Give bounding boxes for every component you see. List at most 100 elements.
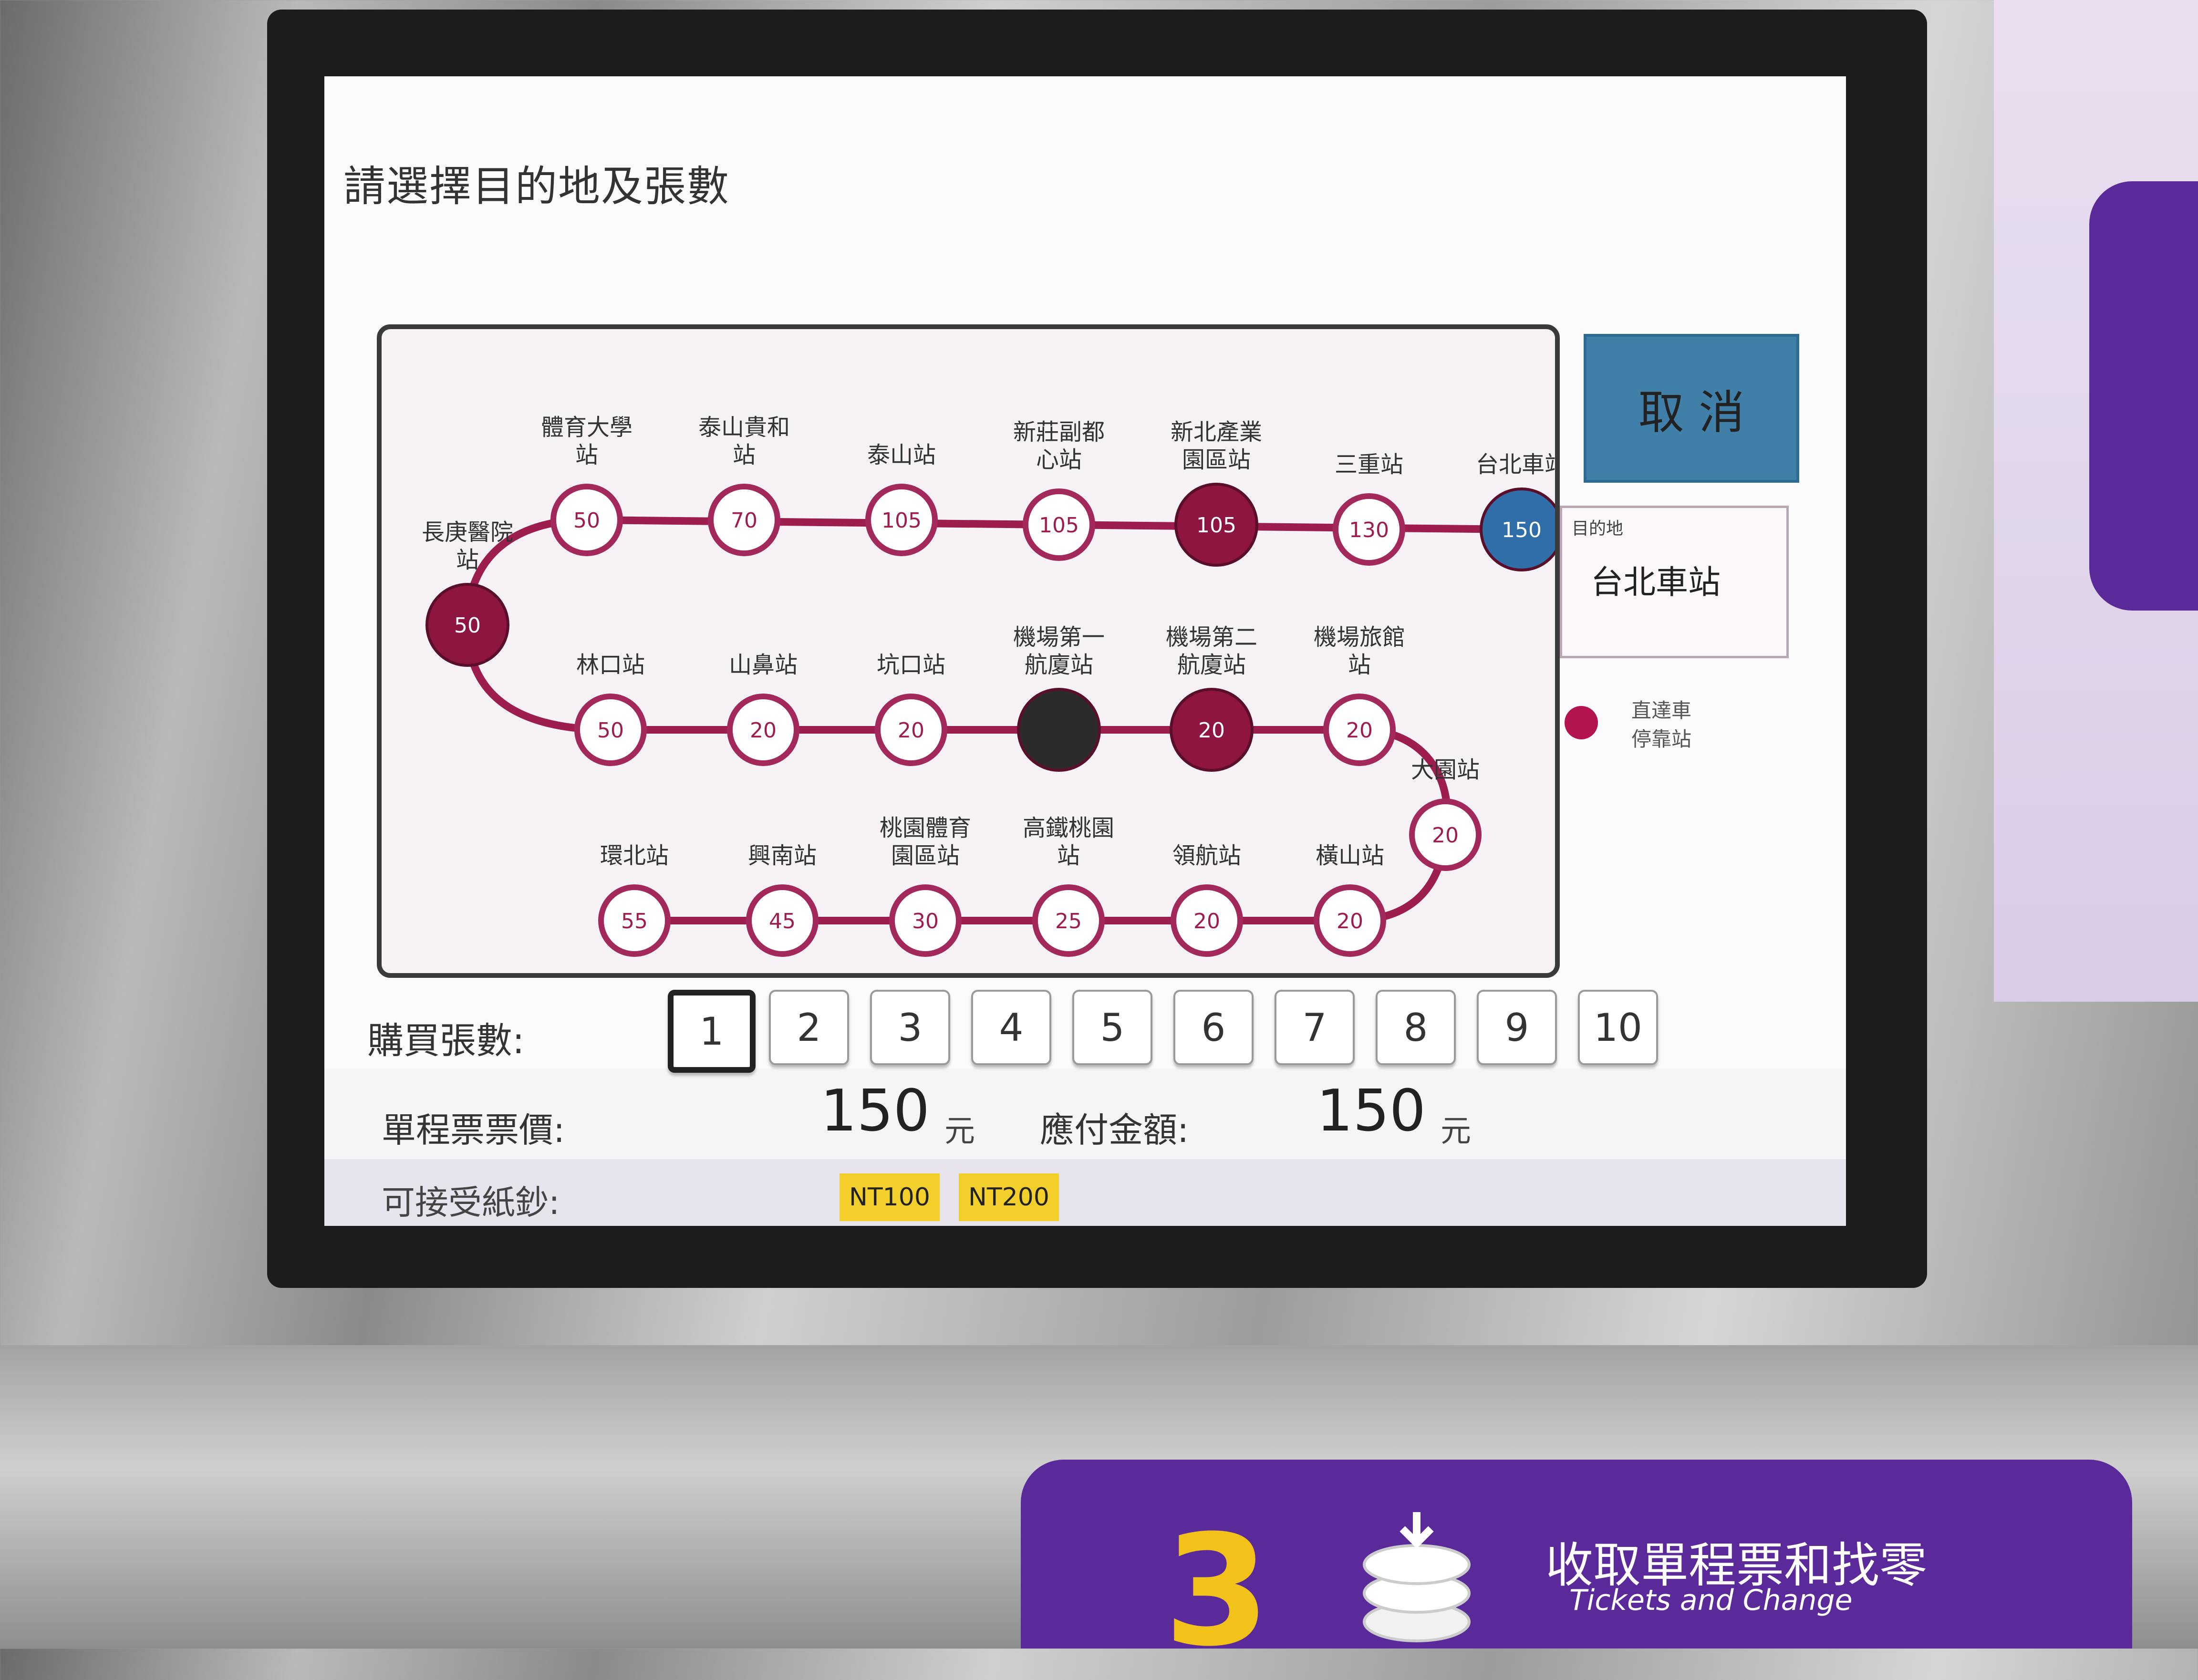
- station-name: 站: [456, 547, 479, 573]
- coin-ticket-icon: [1363, 1512, 1471, 1642]
- station-9[interactable]: 20 山鼻站: [727, 652, 799, 766]
- station-name: 園區站: [891, 842, 960, 869]
- quantity-option-7[interactable]: 7: [1275, 990, 1355, 1065]
- station-name: 泰山貴和: [698, 414, 790, 441]
- station-fare: 30: [912, 909, 939, 933]
- station-name: 山鼻站: [729, 652, 798, 678]
- step-text-en: Tickets and Change: [1569, 1584, 1853, 1617]
- destination-box: 目的地 台北車站: [1560, 506, 1789, 658]
- station-fare: 45: [769, 909, 796, 933]
- single-fare-label: 單程票票價:: [382, 1110, 565, 1150]
- station-name: 心站: [1036, 446, 1082, 473]
- station-14[interactable]: 20 大園站: [1409, 757, 1482, 871]
- station-10[interactable]: 20 坑口站: [875, 652, 947, 766]
- station-name: 桃園體育: [880, 815, 971, 841]
- station-name: 新北產業: [1171, 419, 1262, 446]
- station-3[interactable]: 105 泰山站: [865, 442, 938, 556]
- single-fare-value: 150: [820, 1078, 930, 1144]
- quantity-option-6[interactable]: 6: [1173, 990, 1254, 1065]
- station-fare: 20: [898, 718, 924, 743]
- station-fare: 130: [1349, 518, 1389, 542]
- amount-due-unit: 元: [1441, 1114, 1471, 1149]
- station-15[interactable]: 20 橫山站: [1314, 842, 1386, 957]
- station-name: 園區站: [1182, 446, 1251, 473]
- station-12[interactable]: 20 機場第二航廈站: [1166, 624, 1257, 772]
- station-0[interactable]: 50 長庚醫院站: [422, 519, 513, 667]
- quantity-option-9[interactable]: 9: [1477, 990, 1557, 1065]
- station-19[interactable]: 45 興南站: [746, 842, 819, 957]
- station-6[interactable]: 130 三重站: [1333, 451, 1405, 566]
- quantity-option-2[interactable]: 2: [769, 990, 849, 1065]
- station-fare: 150: [1502, 518, 1542, 542]
- station-fare: 20: [1432, 823, 1459, 848]
- station-fare: 105: [881, 508, 922, 533]
- note-badge-nt100: NT100: [840, 1173, 940, 1221]
- station-fare: 50: [454, 613, 481, 638]
- station-16[interactable]: 20 領航站: [1171, 842, 1243, 957]
- station-name: 橫山站: [1316, 842, 1384, 869]
- station-fare: 20: [750, 718, 777, 743]
- station-5[interactable]: 105 新北產業園區站: [1171, 419, 1262, 567]
- station-13[interactable]: 20 機場旅館站: [1314, 624, 1405, 766]
- station-1[interactable]: 50 體育大學站: [541, 414, 632, 556]
- side-sign: [2089, 181, 2198, 611]
- station-name: 新莊副都: [1013, 419, 1105, 446]
- station-fare: 20: [1198, 718, 1225, 743]
- station-fare: 20: [1193, 909, 1220, 933]
- cancel-button[interactable]: 取 消: [1584, 334, 1799, 483]
- ticket-screen: 請選擇目的地及張數 50 長庚醫院站 50 體育大學站 70 泰山貴和站 105 泰山站 105…: [324, 76, 1846, 1226]
- step-number: 3: [1164, 1503, 1270, 1680]
- quantity-option-5[interactable]: 5: [1072, 990, 1152, 1065]
- station-name: 站: [575, 442, 598, 468]
- station-name: 環北站: [600, 842, 669, 869]
- station-name: 站: [1348, 652, 1371, 678]
- station-fare: 20: [1346, 718, 1373, 743]
- station-20[interactable]: 55 環北站: [598, 842, 671, 957]
- station-name: 站: [733, 442, 756, 468]
- single-fare-unit: 元: [944, 1114, 975, 1149]
- amount-due-value: 150: [1317, 1078, 1426, 1144]
- station-name: 泰山站: [867, 442, 936, 468]
- station-17[interactable]: 25 高鐵桃園站: [1023, 815, 1114, 957]
- page-title: 請選擇目的地及張數: [343, 162, 730, 211]
- express-legend-label: 直達車 停靠站: [1631, 699, 1692, 751]
- station-name: 大園站: [1411, 757, 1480, 783]
- station-name: 領航站: [1172, 842, 1241, 869]
- quantity-option-4[interactable]: 4: [971, 990, 1051, 1065]
- station-name: 興南站: [748, 842, 817, 869]
- station-4[interactable]: 105 新莊副都心站: [1013, 419, 1105, 561]
- station-name: 機場旅館: [1314, 624, 1405, 651]
- station-name: 林口站: [576, 652, 645, 678]
- station-11[interactable]: 機場第一航廈站: [1013, 624, 1105, 772]
- quantity-option-10[interactable]: 10: [1578, 990, 1658, 1065]
- amount-due-label: 應付金額:: [1040, 1110, 1189, 1150]
- station-name: 航廈站: [1025, 652, 1093, 678]
- station-8[interactable]: 50 林口站: [574, 652, 647, 766]
- station-fare: 105: [1039, 513, 1079, 538]
- station-18[interactable]: 30 桃園體育園區站: [880, 815, 971, 957]
- station-name: 坑口站: [877, 652, 945, 678]
- station-fare: 25: [1055, 909, 1082, 933]
- station-2[interactable]: 70 泰山貴和站: [698, 414, 790, 556]
- station-fare: 50: [597, 718, 624, 743]
- station-7[interactable]: 150 台北車站: [1476, 451, 1555, 571]
- station-name: 體育大學: [541, 414, 632, 441]
- station-name: 站: [1057, 842, 1080, 869]
- express-legend-dot: [1565, 706, 1598, 739]
- quantity-option-3[interactable]: 3: [870, 990, 950, 1065]
- station-name: 三重站: [1335, 451, 1403, 478]
- note-badge-nt200: NT200: [959, 1173, 1059, 1221]
- station-fare: 50: [573, 508, 600, 533]
- station-name: 機場第二: [1166, 624, 1257, 651]
- quantity-label: 購買張數:: [367, 1019, 525, 1062]
- station-name: 航廈站: [1177, 652, 1246, 678]
- station-fare: 20: [1337, 909, 1363, 933]
- station-name: 高鐵桃園: [1023, 815, 1114, 841]
- destination-label: 目的地: [1572, 519, 1624, 539]
- station-fare: 55: [621, 909, 648, 933]
- quantity-option-8[interactable]: 8: [1376, 990, 1456, 1065]
- quantity-option-1[interactable]: 1: [668, 990, 756, 1073]
- accepted-notes-label: 可接受紙鈔:: [382, 1183, 560, 1222]
- station-fare: 70: [731, 508, 757, 533]
- station-marker: [1017, 688, 1101, 772]
